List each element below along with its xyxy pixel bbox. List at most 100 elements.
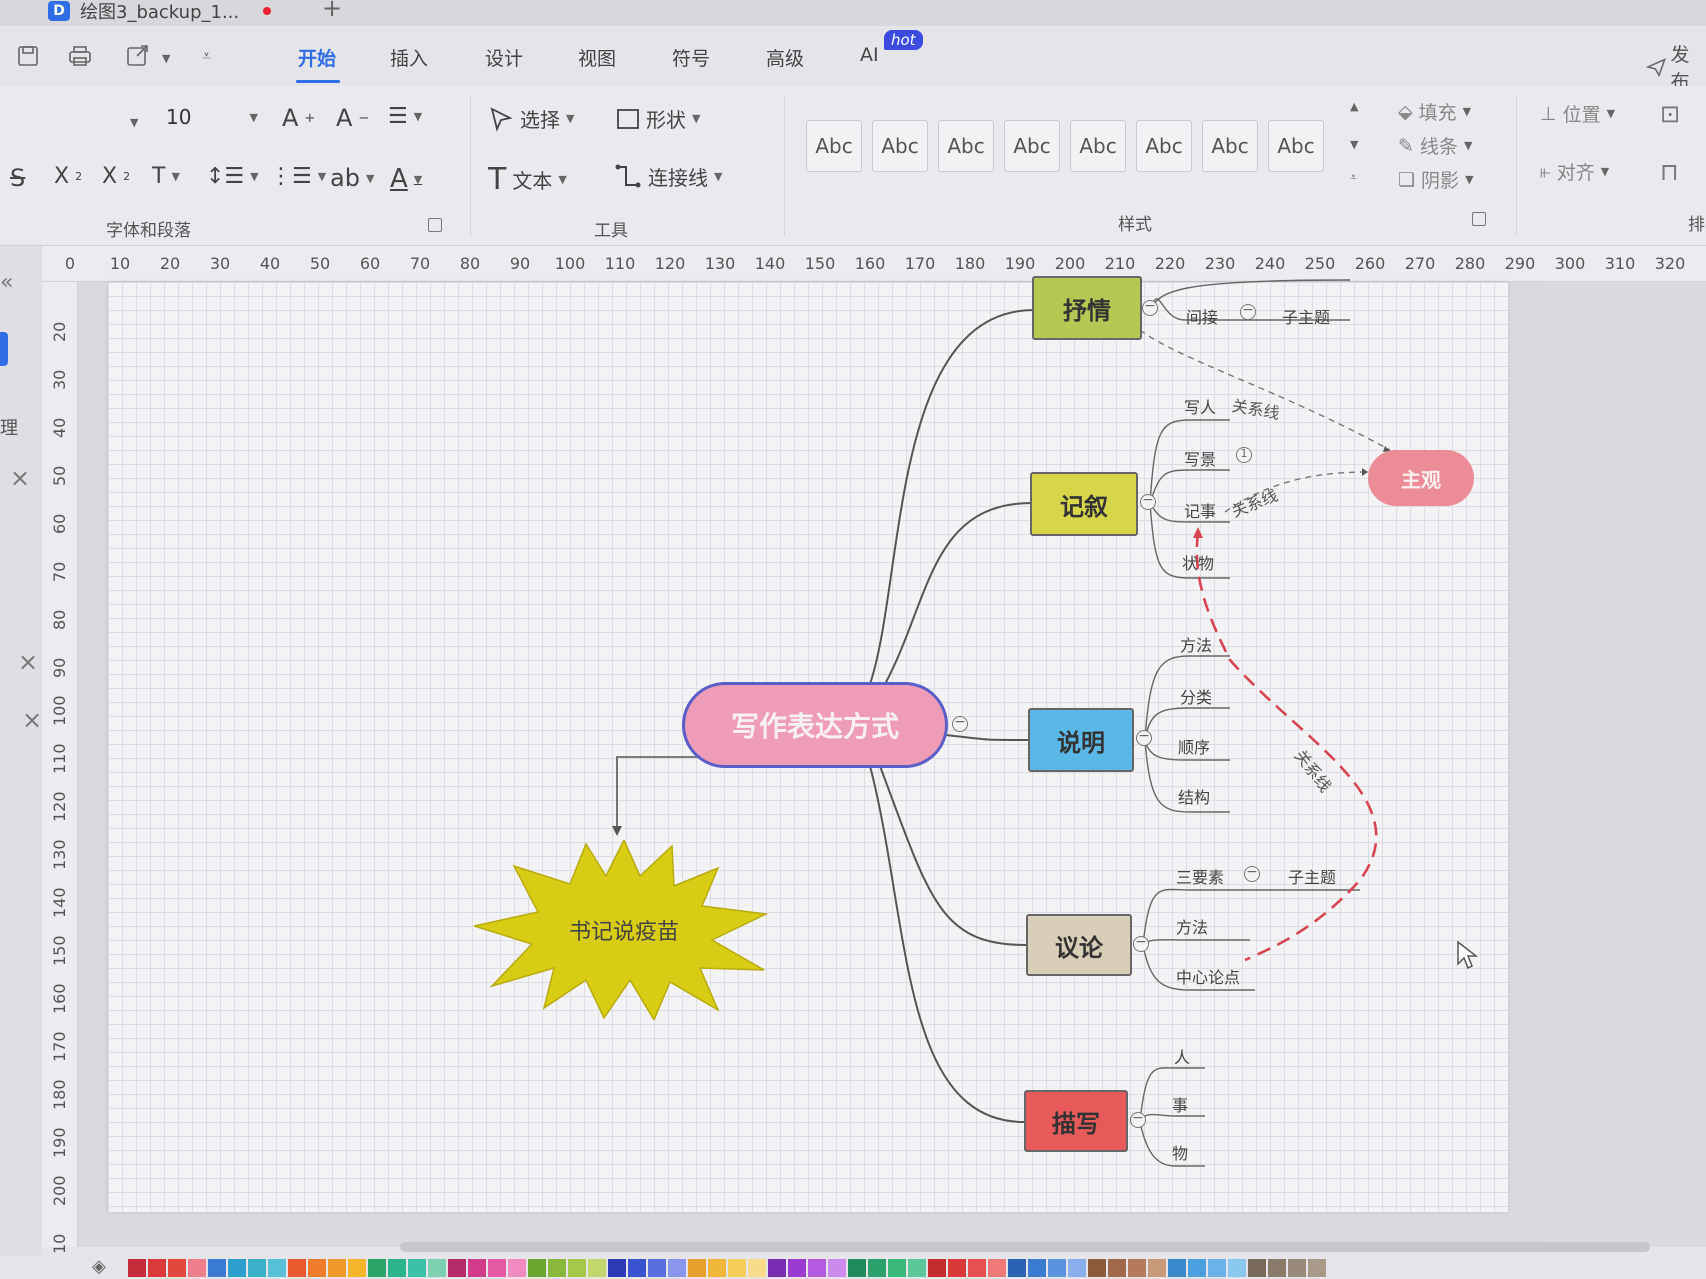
- branch-line-exposition: [945, 734, 1029, 741]
- branch-description-label: 描写: [1052, 1109, 1100, 1138]
- branch-exposition[interactable]: 说明: [1028, 708, 1134, 772]
- star-connector: [616, 756, 700, 833]
- color-swatch[interactable]: [268, 1258, 286, 1277]
- branch-description[interactable]: 描写: [1024, 1090, 1128, 1152]
- color-swatch[interactable]: [1208, 1258, 1226, 1277]
- collapse-toggle-icon[interactable]: −: [952, 715, 968, 732]
- subtopic-structure[interactable]: 结构: [1178, 784, 1210, 808]
- color-swatch[interactable]: [1168, 1258, 1186, 1277]
- subtopic-method[interactable]: 方法: [1180, 632, 1212, 656]
- subtopic-event[interactable]: 事: [1172, 1092, 1188, 1116]
- subtopic-object[interactable]: 物: [1172, 1140, 1188, 1164]
- color-swatch[interactable]: [1088, 1258, 1106, 1277]
- color-swatch[interactable]: [1048, 1258, 1066, 1277]
- color-swatch[interactable]: [328, 1258, 346, 1277]
- subtopic-child[interactable]: 子主题: [1288, 864, 1336, 888]
- number-marker-icon[interactable]: 1: [1236, 447, 1252, 463]
- color-swatch[interactable]: [628, 1258, 646, 1277]
- subtopic-central-argument[interactable]: 中心论点: [1176, 964, 1240, 988]
- subtopic-write-scene[interactable]: 写景: [1184, 446, 1216, 470]
- color-swatch[interactable]: [728, 1258, 746, 1277]
- fill-bucket-icon[interactable]: ◈: [92, 1256, 106, 1277]
- color-swatch[interactable]: [1228, 1258, 1246, 1277]
- color-swatch[interactable]: [988, 1258, 1006, 1277]
- color-swatch[interactable]: [1148, 1258, 1166, 1277]
- collapse-toggle-icon[interactable]: −: [1140, 493, 1156, 510]
- color-swatch[interactable]: [1028, 1258, 1046, 1277]
- color-swatch[interactable]: [1248, 1258, 1266, 1277]
- color-swatch[interactable]: [688, 1258, 706, 1277]
- color-swatch[interactable]: [608, 1258, 626, 1277]
- color-swatch[interactable]: [868, 1258, 886, 1277]
- color-swatch[interactable]: [368, 1258, 386, 1277]
- color-swatch[interactable]: [408, 1258, 426, 1277]
- color-swatch[interactable]: [648, 1258, 666, 1277]
- branch-argument-label: 议论: [1055, 933, 1103, 962]
- color-swatch[interactable]: [448, 1258, 466, 1277]
- color-swatch[interactable]: [668, 1258, 686, 1277]
- subtopic-person[interactable]: 人: [1174, 1044, 1190, 1068]
- subtopic-method[interactable]: 方法: [1176, 914, 1208, 938]
- color-swatch[interactable]: [1008, 1258, 1026, 1277]
- color-swatch[interactable]: [528, 1258, 546, 1277]
- color-swatch[interactable]: [1188, 1258, 1206, 1277]
- subtopic-child[interactable]: 子主题: [1282, 304, 1330, 328]
- color-swatch[interactable]: [128, 1258, 146, 1277]
- color-swatch[interactable]: [508, 1258, 526, 1277]
- subtopic-record-event[interactable]: 记事: [1184, 498, 1216, 522]
- color-swatch[interactable]: [288, 1258, 306, 1277]
- color-swatch[interactable]: [348, 1258, 366, 1277]
- color-swatch[interactable]: [968, 1258, 986, 1277]
- color-swatch[interactable]: [148, 1258, 166, 1277]
- collapse-toggle-icon[interactable]: −: [1136, 729, 1152, 746]
- branch-lyric[interactable]: 抒情: [1032, 276, 1142, 340]
- color-swatch[interactable]: [828, 1258, 846, 1277]
- color-swatch[interactable]: [808, 1258, 826, 1277]
- collapse-toggle-icon[interactable]: −: [1133, 935, 1149, 952]
- subtopic-classification[interactable]: 分类: [1180, 684, 1212, 708]
- color-swatch[interactable]: [1108, 1258, 1126, 1277]
- central-topic[interactable]: 写作表达方式: [682, 682, 948, 768]
- color-swatch[interactable]: [228, 1258, 246, 1277]
- branch-narrative[interactable]: 记叙: [1030, 472, 1138, 536]
- color-swatch[interactable]: [1288, 1258, 1306, 1277]
- subtopic-describe-object[interactable]: 状物: [1182, 550, 1214, 574]
- color-swatch[interactable]: [708, 1258, 726, 1277]
- color-swatch[interactable]: [908, 1258, 926, 1277]
- color-swatch[interactable]: [1128, 1258, 1146, 1277]
- color-swatch[interactable]: [1268, 1258, 1286, 1277]
- color-swatch[interactable]: [768, 1258, 786, 1277]
- collapse-toggle-icon[interactable]: −: [1142, 299, 1158, 316]
- color-swatch[interactable]: [488, 1258, 506, 1277]
- color-swatch[interactable]: [548, 1258, 566, 1277]
- color-swatch[interactable]: [788, 1258, 806, 1277]
- branch-argument[interactable]: 议论: [1026, 914, 1132, 976]
- color-swatch[interactable]: [248, 1258, 266, 1277]
- collapse-toggle-icon[interactable]: −: [1130, 1111, 1146, 1128]
- color-swatch[interactable]: [468, 1258, 486, 1277]
- horizontal-scrollbar[interactable]: [400, 1242, 1650, 1252]
- color-swatch[interactable]: [1308, 1258, 1326, 1277]
- subtopic-order[interactable]: 顺序: [1178, 734, 1210, 758]
- subtopic-indirect[interactable]: 间接: [1186, 304, 1218, 328]
- color-swatch[interactable]: [568, 1258, 586, 1277]
- star-callout[interactable]: 书记说疫苗: [471, 838, 774, 1022]
- color-swatch[interactable]: [928, 1258, 946, 1277]
- color-swatch[interactable]: [208, 1258, 226, 1277]
- color-swatch[interactable]: [1068, 1258, 1086, 1277]
- color-swatch[interactable]: [428, 1258, 446, 1277]
- color-swatch[interactable]: [168, 1258, 186, 1277]
- color-swatch[interactable]: [308, 1258, 326, 1277]
- collapse-toggle-icon[interactable]: −: [1240, 303, 1256, 320]
- subtopic-write-person[interactable]: 写人: [1184, 394, 1216, 418]
- color-swatch[interactable]: [748, 1258, 766, 1277]
- color-swatch[interactable]: [848, 1258, 866, 1277]
- color-swatch[interactable]: [948, 1258, 966, 1277]
- color-swatch[interactable]: [588, 1258, 606, 1277]
- color-swatch[interactable]: [888, 1258, 906, 1277]
- subtopic-three-elements[interactable]: 三要素: [1176, 864, 1224, 888]
- collapse-toggle-icon[interactable]: −: [1244, 865, 1260, 882]
- color-swatch[interactable]: [388, 1258, 406, 1277]
- floating-topic-subjective[interactable]: 主观: [1368, 450, 1474, 506]
- color-swatch[interactable]: [188, 1258, 206, 1277]
